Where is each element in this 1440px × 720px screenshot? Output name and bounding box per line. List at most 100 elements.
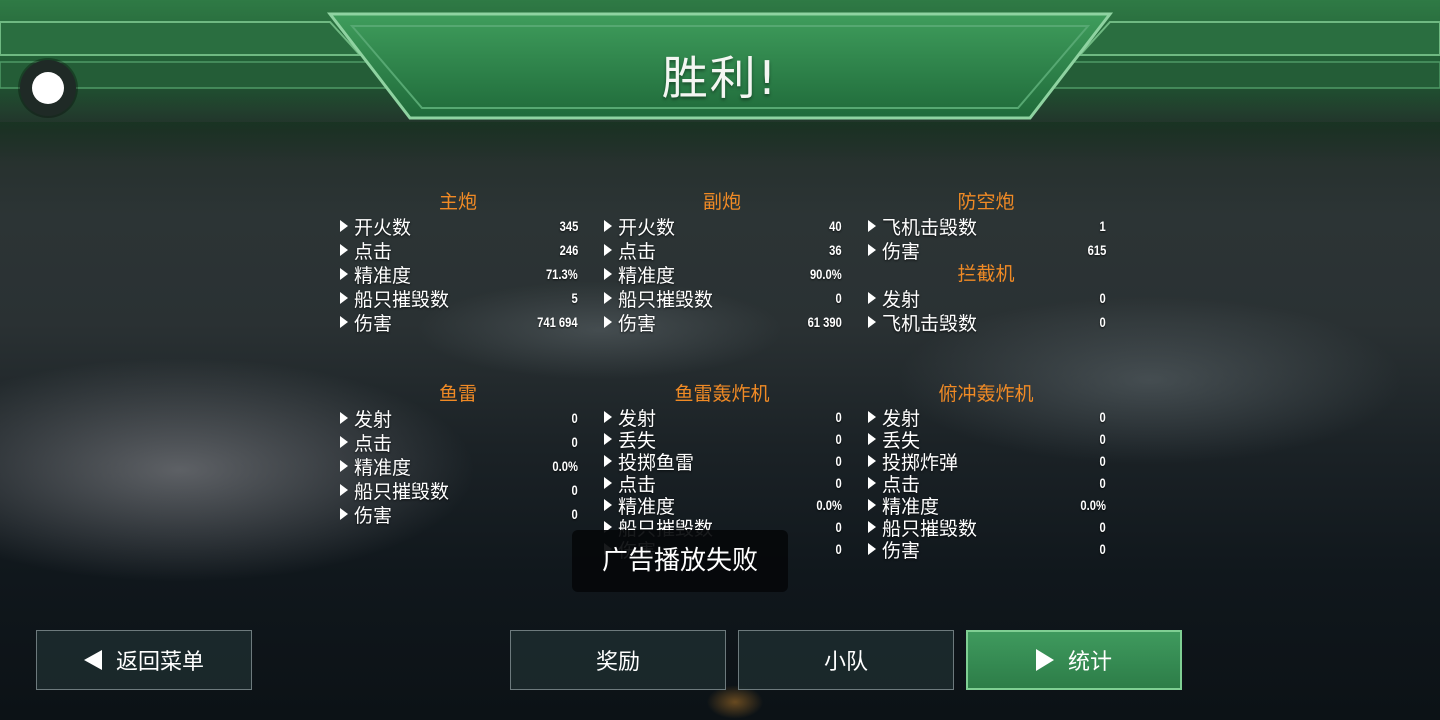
- settings-button[interactable]: [20, 60, 76, 116]
- stat-row: 精准度 0.0%: [338, 454, 578, 479]
- stats-section-secondary-gun: 副炮 开火数 40 点击 36 精准度 90.0% 船只摧毁数 0 伤害 61 390: [602, 190, 842, 335]
- triangle-right-icon: [340, 220, 348, 232]
- stat-value: 0.0%: [552, 458, 578, 474]
- triangle-right-icon: [868, 316, 876, 328]
- section-title: 副炮: [702, 191, 741, 213]
- stat-row: 伤害 0: [866, 538, 1106, 562]
- stat-label: 点击: [354, 432, 393, 455]
- stat-value: 0: [571, 410, 578, 426]
- stat-row: 发射 0: [338, 406, 578, 431]
- triangle-right-icon: [604, 220, 612, 232]
- stat-label: 船只摧毁数: [354, 480, 450, 503]
- ad-failed-toast: 广告播放失败: [572, 530, 788, 592]
- stat-row: 开火数 40: [602, 214, 842, 239]
- stat-value: 0: [1099, 519, 1106, 535]
- stat-label: 点击: [354, 240, 393, 263]
- stat-value: 61 390: [807, 314, 842, 330]
- stat-label: 飞机击毁数: [882, 312, 978, 335]
- section-title: 鱼雷: [438, 383, 477, 405]
- stat-value: 40: [829, 218, 842, 234]
- triangle-right-icon: [340, 484, 348, 496]
- stat-value: 0: [571, 482, 578, 498]
- triangle-right-icon: [340, 508, 348, 520]
- stats-button[interactable]: 统计: [966, 630, 1182, 690]
- stat-value: 0: [835, 290, 842, 306]
- section-title: 主炮: [438, 191, 477, 213]
- stat-value: 0: [1099, 431, 1106, 447]
- stat-label: 开火数: [618, 216, 676, 239]
- triangle-right-icon: [604, 316, 612, 328]
- triangle-right-icon: [340, 268, 348, 280]
- stat-row: 点击 0: [338, 430, 578, 455]
- stat-row: 船只摧毁数 0: [602, 286, 842, 311]
- stat-label: 精准度: [354, 456, 412, 479]
- triangle-right-icon: [604, 455, 612, 467]
- section-title: 鱼雷轰炸机: [674, 383, 770, 405]
- stat-value: 246: [559, 242, 578, 258]
- stat-label: 伤害: [354, 504, 393, 527]
- stat-value: 615: [1087, 242, 1106, 258]
- stat-value: 1: [1099, 218, 1106, 234]
- stat-value: 0: [1099, 453, 1106, 469]
- stat-row: 伤害 741 694: [338, 310, 578, 335]
- stat-row: 发射 0: [866, 286, 1106, 311]
- stat-row: 开火数 345: [338, 214, 578, 239]
- stat-value: 345: [559, 218, 578, 234]
- stat-value: 0: [835, 453, 842, 469]
- section-title: 俯冲轰炸机: [938, 383, 1034, 405]
- stat-value: 0: [835, 475, 842, 491]
- stats-section-dive-bomber: 俯冲轰炸机 发射 0 丢失 0 投掷炸弹 0 点击 0 精准度 0.0% 船只摧毁数 0 伤…: [866, 382, 1106, 562]
- stat-value: 0: [835, 409, 842, 425]
- stat-label: 船只摧毁数: [354, 288, 450, 311]
- stat-label: 飞机击毁数: [882, 216, 978, 239]
- stat-value: 0: [1099, 541, 1106, 557]
- stat-row: 伤害 615: [866, 238, 1106, 263]
- stats-label: 统计: [1067, 650, 1112, 675]
- squad-button[interactable]: 小队: [738, 630, 954, 690]
- stat-value: 0: [571, 434, 578, 450]
- stat-value: 741 694: [537, 314, 578, 330]
- triangle-right-icon: [868, 433, 876, 445]
- stat-row: 伤害 0: [338, 502, 578, 527]
- stat-value: 0: [1099, 290, 1106, 306]
- triangle-right-icon: [340, 316, 348, 328]
- stat-label: 伤害: [882, 240, 921, 263]
- stat-value: 5: [571, 290, 578, 306]
- stat-row: 船只摧毁数 0: [338, 478, 578, 503]
- triangle-right-icon: [604, 411, 612, 423]
- stat-label: 点击: [618, 240, 657, 263]
- stat-value: 0: [1099, 475, 1106, 491]
- rewards-button[interactable]: 奖励: [510, 630, 726, 690]
- triangle-right-icon: [868, 411, 876, 423]
- section-title-interceptor: 拦截机: [957, 263, 1015, 285]
- stat-label: 精准度: [354, 264, 412, 287]
- stat-row: 点击 246: [338, 238, 578, 263]
- stat-label: 伤害: [618, 312, 657, 335]
- triangle-right-icon: [604, 292, 612, 304]
- stat-value: 36: [829, 242, 842, 258]
- triangle-right-icon: [340, 460, 348, 472]
- stat-value: 0: [835, 541, 842, 557]
- arrow-left-icon: [83, 650, 102, 670]
- stat-row: 飞机击毁数 1: [866, 214, 1106, 239]
- stat-value: 0: [835, 519, 842, 535]
- triangle-right-icon: [604, 268, 612, 280]
- back-to-menu-button[interactable]: 返回菜单: [36, 630, 252, 690]
- stat-label: 发射: [354, 408, 393, 431]
- triangle-right-icon: [868, 521, 876, 533]
- stat-row: 飞机击毁数 0: [866, 310, 1106, 335]
- stats-section-anti-air: 防空炮 飞机击毁数 1 伤害 615 拦截机 发射 0 飞机击毁数 0: [866, 190, 1106, 335]
- stat-value: 0.0%: [816, 497, 842, 513]
- stat-row: 伤害 61 390: [602, 310, 842, 335]
- triangle-right-icon: [340, 244, 348, 256]
- stat-row: 点击 36: [602, 238, 842, 263]
- stats-section-main-gun: 主炮 开火数 345 点击 246 精准度 71.3% 船只摧毁数 5 伤害 741 69…: [338, 190, 578, 335]
- squad-label: 小队: [823, 650, 868, 675]
- section-title: 防空炮: [957, 191, 1015, 213]
- stat-label: 伤害: [882, 539, 921, 562]
- stat-value: 0: [571, 506, 578, 522]
- triangle-right-icon: [340, 436, 348, 448]
- rewards-label: 奖励: [595, 650, 640, 675]
- stat-value: 90.0%: [810, 266, 842, 282]
- triangle-right-icon: [604, 477, 612, 489]
